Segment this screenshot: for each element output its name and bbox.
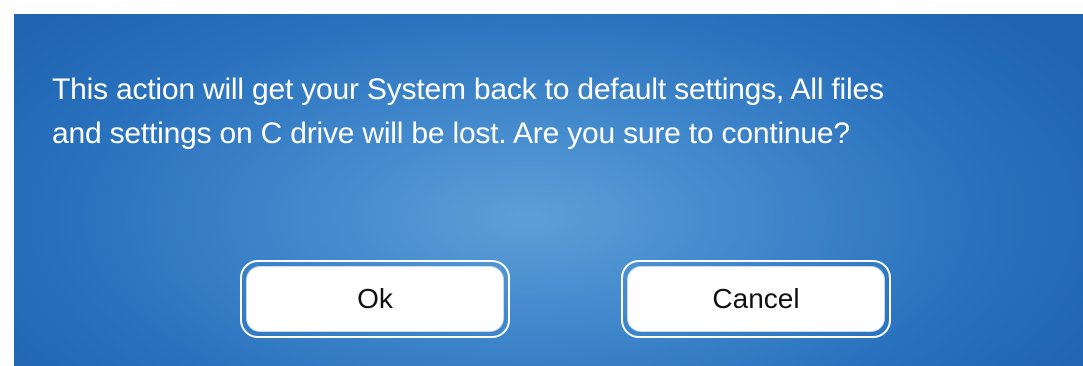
cancel-button[interactable]: Cancel xyxy=(621,260,891,338)
dialog-message-line-2: and settings on C drive will be lost. Ar… xyxy=(52,117,850,150)
cancel-button-label: Cancel xyxy=(628,267,884,331)
dialog-message: This action will get your System back to… xyxy=(52,68,1072,156)
ok-button-label: Ok xyxy=(247,267,503,331)
ok-button[interactable]: Ok xyxy=(240,260,510,338)
dialog-message-line-1: This action will get your System back to… xyxy=(52,73,884,106)
screen: This action will get your System back to… xyxy=(0,0,1083,366)
reset-confirmation-dialog: This action will get your System back to… xyxy=(14,14,1083,366)
